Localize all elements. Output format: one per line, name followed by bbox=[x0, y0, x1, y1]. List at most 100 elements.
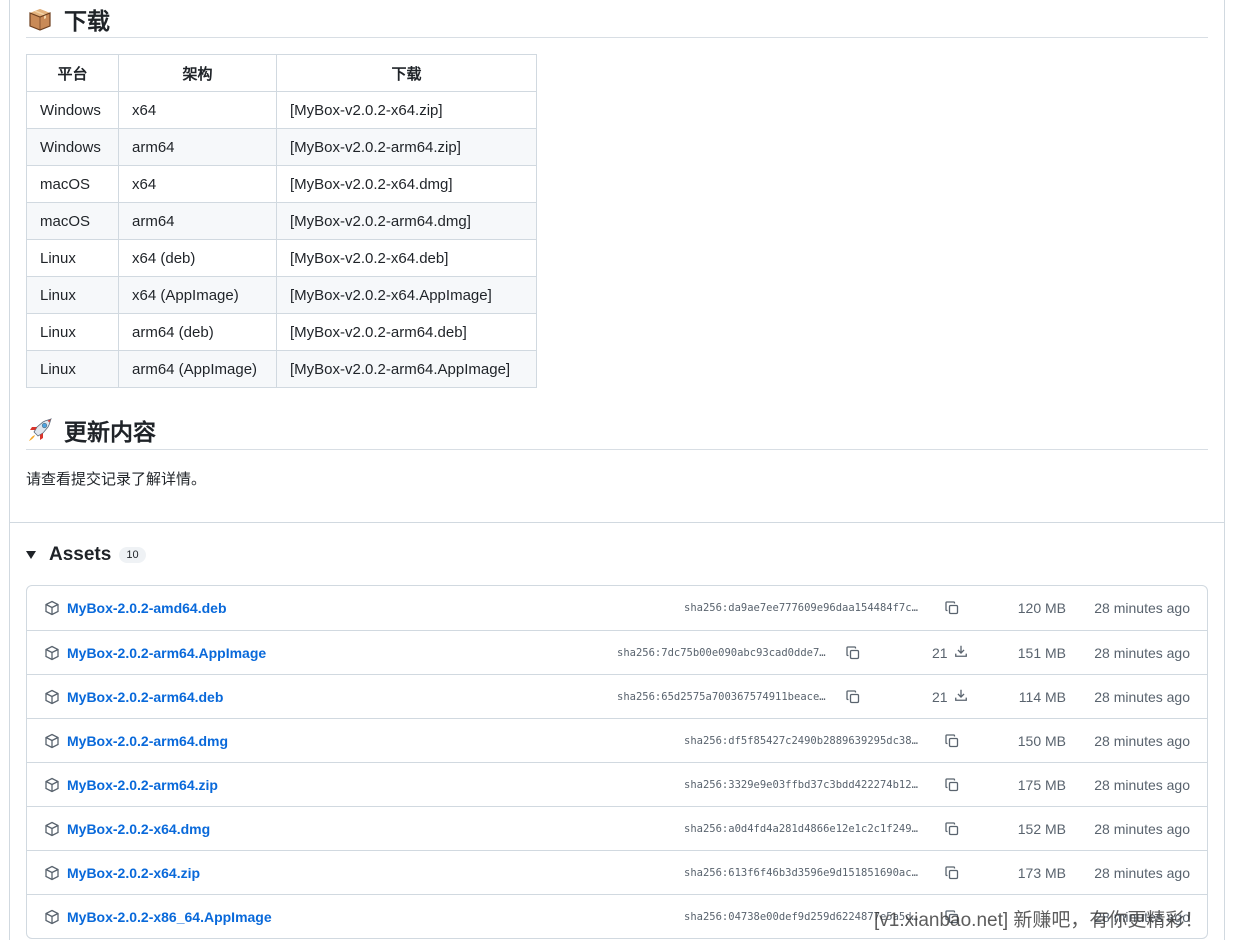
copy-icon[interactable] bbox=[845, 645, 861, 661]
cell-download[interactable]: [MyBox-v2.0.2-x64.AppImage] bbox=[276, 276, 537, 314]
cell-platform: Linux bbox=[26, 239, 119, 277]
table-row: Windows x64 [MyBox-v2.0.2-x64.zip] bbox=[26, 91, 537, 129]
asset-size: 173 MB bbox=[1017, 864, 1066, 881]
download-icon bbox=[954, 644, 968, 661]
download-table: 平台 架构 下载 Windows x64 [MyBox-v2.0.2-x64.zip… bbox=[26, 54, 537, 388]
asset-link[interactable]: MyBox-2.0.2-x64.dmg bbox=[67, 821, 210, 837]
package-icon bbox=[44, 600, 60, 616]
asset-link[interactable]: MyBox-2.0.2-arm64.AppImage bbox=[67, 645, 266, 661]
asset-time: 28 minutes ago bbox=[1094, 688, 1190, 705]
package-icon bbox=[44, 865, 60, 881]
copy-icon[interactable] bbox=[845, 689, 861, 705]
download-count: 21 bbox=[932, 644, 968, 661]
asset-sha: sha256:da9ae7ee777609e96daa154484f7c… bbox=[684, 602, 918, 614]
package-icon bbox=[44, 645, 60, 661]
cell-download[interactable]: [MyBox-v2.0.2-arm64.zip] bbox=[276, 128, 537, 166]
asset-size: 120 MB bbox=[1017, 600, 1066, 616]
asset-time: 28 minutes ago bbox=[1094, 600, 1190, 616]
asset-sha: sha256:a0d4fd4a281d4866e12e1c2c1f249… bbox=[684, 822, 918, 835]
asset-size: 175 MB bbox=[1017, 776, 1066, 793]
section-divider bbox=[9, 522, 1225, 523]
caret-down-icon bbox=[26, 551, 36, 559]
assets-count-badge: 10 bbox=[119, 547, 146, 563]
asset-row: MyBox-2.0.2-arm64.deb sha256:65d2575a7003… bbox=[27, 674, 1207, 718]
asset-row: MyBox-2.0.2-x64.dmg sha256:a0d4fd4a281d48… bbox=[27, 806, 1207, 850]
copy-icon[interactable] bbox=[944, 733, 960, 749]
asset-sha: sha256:65d2575a700367574911beace… bbox=[617, 690, 826, 703]
table-body: Windows x64 [MyBox-v2.0.2-x64.zip] Windows a… bbox=[26, 91, 537, 388]
updates-heading-text: 更新内容 bbox=[64, 418, 156, 445]
asset-row: MyBox-2.0.2-arm64.dmg sha256:df5f85427c24… bbox=[27, 718, 1207, 762]
download-icon bbox=[954, 688, 968, 705]
copy-icon[interactable] bbox=[944, 865, 960, 881]
package-icon bbox=[44, 821, 60, 837]
package-icon bbox=[44, 689, 60, 705]
asset-link[interactable]: MyBox-2.0.2-x86_64.AppImage bbox=[67, 909, 272, 925]
cell-download[interactable]: [MyBox-v2.0.2-x64.deb] bbox=[276, 239, 537, 277]
cell-platform: Linux bbox=[26, 313, 119, 351]
table-row: macOS arm64 [MyBox-v2.0.2-arm64.dmg] bbox=[26, 202, 537, 240]
cell-download[interactable]: [MyBox-v2.0.2-arm64.deb] bbox=[276, 313, 537, 351]
cell-arch: x64 bbox=[118, 91, 277, 129]
asset-time: 28 minutes ago bbox=[1094, 820, 1190, 837]
cell-platform: Linux bbox=[26, 276, 119, 314]
rocket-icon bbox=[26, 416, 54, 444]
cell-platform: Linux bbox=[26, 350, 119, 388]
assets-list: MyBox-2.0.2-amd64.deb sha256:da9ae7ee7776… bbox=[26, 585, 1208, 939]
asset-size: 114 MB bbox=[1018, 688, 1066, 705]
cell-platform: Windows bbox=[26, 128, 119, 166]
assets-title: Assets bbox=[49, 544, 112, 565]
cell-download[interactable]: [MyBox-v2.0.2-arm64.dmg] bbox=[276, 202, 537, 240]
table-row: macOS x64 [MyBox-v2.0.2-x64.dmg] bbox=[26, 165, 537, 203]
updates-heading: 更新内容 bbox=[26, 410, 1208, 450]
table-row: Linux x64 (AppImage) [MyBox-v2.0.2-x64.App… bbox=[26, 276, 537, 314]
package-icon bbox=[44, 733, 60, 749]
copy-icon[interactable] bbox=[944, 600, 960, 616]
cell-download[interactable]: [MyBox-v2.0.2-arm64.AppImage] bbox=[276, 350, 537, 388]
cell-arch: x64 (deb) bbox=[118, 239, 277, 277]
cell-download[interactable]: [MyBox-v2.0.2-x64.zip] bbox=[276, 91, 537, 129]
cell-arch: x64 bbox=[118, 165, 277, 203]
asset-row: MyBox-2.0.2-amd64.deb sha256:da9ae7ee7776… bbox=[27, 586, 1207, 630]
package-icon bbox=[26, 5, 54, 33]
asset-sha: sha256:3329e9e03ffbd37c3bdd422274b12… bbox=[684, 778, 918, 791]
asset-link[interactable]: MyBox-2.0.2-arm64.deb bbox=[67, 689, 223, 705]
table-row: Linux arm64 (deb) [MyBox-v2.0.2-arm64.deb] bbox=[26, 313, 537, 351]
download-heading-text: 下载 bbox=[64, 7, 110, 34]
asset-size: 151 MB bbox=[1017, 644, 1066, 661]
asset-sha: sha256:df5f85427c2490b2889639295dc38… bbox=[684, 734, 918, 747]
table-header-row: 平台 架构 下载 bbox=[26, 54, 537, 92]
asset-row: MyBox-2.0.2-arm64.zip sha256:3329e9e03ffb… bbox=[27, 762, 1207, 806]
asset-time: 28 minutes ago bbox=[1094, 732, 1190, 749]
table-row: Windows arm64 [MyBox-v2.0.2-arm64.zip] bbox=[26, 128, 537, 166]
download-count: 21 bbox=[932, 688, 968, 705]
copy-icon[interactable] bbox=[944, 777, 960, 793]
table-row: Linux x64 (deb) [MyBox-v2.0.2-x64.deb] bbox=[26, 239, 537, 277]
header-download: 下载 bbox=[276, 54, 537, 92]
asset-link[interactable]: MyBox-2.0.2-amd64.deb bbox=[67, 600, 227, 616]
updates-text: 请查看提交记录了解详情。 bbox=[26, 471, 207, 488]
download-count-value: 21 bbox=[932, 644, 948, 661]
asset-sha: sha256:613f6f46b3d3596e9d151851690ac… bbox=[684, 866, 918, 879]
cell-arch: x64 (AppImage) bbox=[118, 276, 277, 314]
asset-row: MyBox-2.0.2-x64.zip sha256:613f6f46b3d359… bbox=[27, 850, 1207, 894]
package-icon bbox=[44, 777, 60, 793]
cell-arch: arm64 bbox=[118, 128, 277, 166]
asset-size: 150 MB bbox=[1017, 732, 1066, 749]
assets-toggle[interactable]: Assets 10 bbox=[26, 542, 146, 568]
asset-link[interactable]: MyBox-2.0.2-arm64.zip bbox=[67, 777, 218, 793]
asset-row: MyBox-2.0.2-arm64.AppImage sha256:7dc75b0… bbox=[27, 630, 1207, 674]
asset-size: 152 MB bbox=[1017, 820, 1066, 837]
package-icon bbox=[44, 909, 60, 925]
cell-platform: macOS bbox=[26, 202, 119, 240]
table-row: Linux arm64 (AppImage) [MyBox-v2.0.2-arm64… bbox=[26, 350, 537, 388]
download-count-value: 21 bbox=[932, 688, 948, 705]
copy-icon[interactable] bbox=[944, 821, 960, 837]
asset-link[interactable]: MyBox-2.0.2-arm64.dmg bbox=[67, 733, 228, 749]
cell-download[interactable]: [MyBox-v2.0.2-x64.dmg] bbox=[276, 165, 537, 203]
asset-time: 28 minutes ago bbox=[1094, 864, 1190, 881]
asset-link[interactable]: MyBox-2.0.2-x64.zip bbox=[67, 865, 200, 881]
cell-arch: arm64 (deb) bbox=[118, 313, 277, 351]
watermark-text: [v1.xianbao.net] 新赚吧，有你更精彩！ bbox=[874, 910, 1204, 931]
download-heading: 下载 bbox=[26, 0, 1208, 38]
